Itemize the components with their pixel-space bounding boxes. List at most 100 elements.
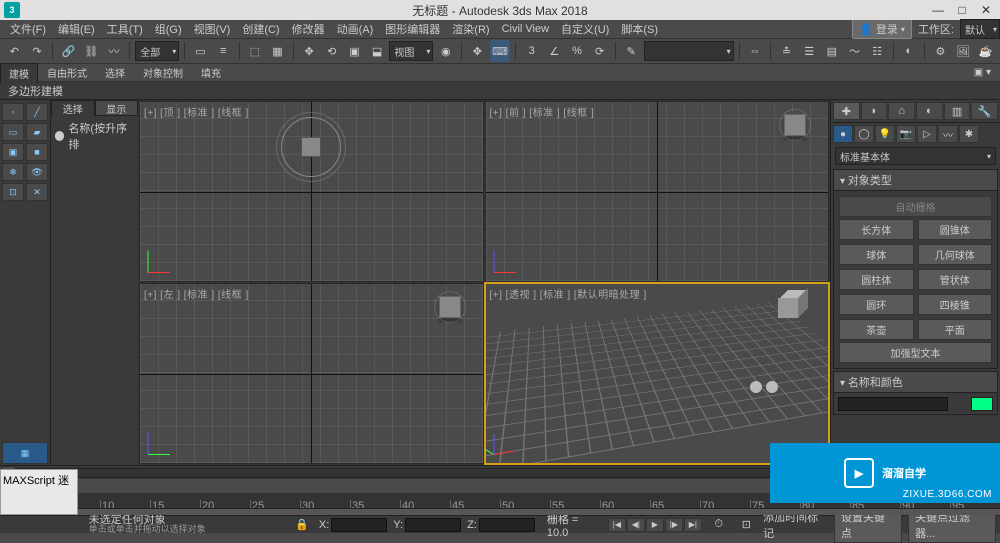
rendered-frame-button[interactable]: 🖼 (953, 40, 974, 62)
workspace-dropdown[interactable]: 默认 (960, 19, 1000, 39)
steering-wheel-icon[interactable] (750, 381, 778, 393)
scene-tab-display[interactable]: 显示 (95, 100, 139, 116)
viewport-top-label[interactable]: [+] [顶 ] [标准 ] [线框 ] (144, 104, 249, 119)
viewport-left-label[interactable]: [+] [左 ] [标准 ] [线框 ] (144, 286, 249, 301)
xview-icon[interactable]: ✕ (26, 183, 48, 201)
create-tab[interactable]: ✚ (833, 102, 860, 120)
viewport-front[interactable]: [+] [前 ] [标准 ] [线框 ] (485, 101, 830, 282)
mirror-button[interactable]: ⇔ (745, 40, 766, 62)
menu-views[interactable]: 视图(V) (188, 21, 237, 37)
lights-subtab[interactable]: 💡 (875, 125, 895, 143)
menu-modifiers[interactable]: 修改器 (286, 21, 331, 37)
ribbon-tab-object[interactable]: 对象控制 (134, 62, 192, 83)
select-object-button[interactable]: ▭ (190, 40, 211, 62)
primitive-button-平面[interactable]: 平面 (918, 319, 993, 340)
border-mode-icon[interactable]: ▭ (2, 123, 24, 141)
manipulate-button[interactable]: ✥ (467, 40, 488, 62)
menu-scripting[interactable]: 脚本(S) (615, 21, 664, 37)
angle-snap-button[interactable]: ∠ (544, 40, 565, 62)
element-mode-icon[interactable]: ▣ (2, 143, 24, 161)
rollout-object-type[interactable]: ▾ 对象类型 (833, 169, 998, 191)
selection-filter-dropdown[interactable]: 全部 (135, 41, 179, 61)
primitive-button-圆环[interactable]: 圆环 (839, 294, 914, 315)
viewport-left[interactable]: [+] [左 ] [标准 ] [线框 ] (139, 283, 484, 464)
prev-frame-button[interactable]: ◀| (627, 518, 645, 532)
primitive-button-茶壶[interactable]: 茶壶 (839, 319, 914, 340)
enhanced-text-button[interactable]: 加强型文本 (839, 342, 992, 363)
snap-toggle-button[interactable]: 3 (521, 40, 542, 62)
shapes-subtab[interactable]: ◯ (854, 125, 874, 143)
motion-tab[interactable]: ◐ (916, 102, 943, 120)
category-dropdown[interactable]: 标准基本体 (835, 147, 996, 165)
maxscript-mini-listener[interactable]: MAXScript 迷 (0, 469, 78, 515)
ribbon-tab-freeform[interactable]: 自由形式 (38, 62, 96, 83)
viewport-top[interactable]: [+] [顶 ] [标准 ] [线框 ] (139, 101, 484, 282)
align-button[interactable]: ≛ (776, 40, 797, 62)
primitive-button-圆柱体[interactable]: 圆柱体 (839, 269, 914, 290)
keyboard-shortcut-toggle[interactable]: ⌨ (490, 40, 511, 62)
maximize-button[interactable]: □ (950, 3, 974, 17)
named-selset-dropdown[interactable] (644, 41, 734, 61)
coord-x-input[interactable] (331, 518, 387, 532)
primitive-button-管状体[interactable]: 管状体 (918, 269, 993, 290)
redo-button[interactable]: ↷ (27, 40, 48, 62)
unlink-button[interactable]: ⛓ (81, 40, 102, 62)
menu-animation[interactable]: 动画(A) (331, 21, 380, 37)
helpers-subtab[interactable]: ▷ (917, 125, 937, 143)
link-button[interactable]: 🔗 (58, 40, 79, 62)
menu-customize[interactable]: 自定义(U) (555, 21, 615, 37)
menu-graph-editors[interactable]: 图形编辑器 (379, 21, 446, 37)
lock-selection-icon[interactable]: 🔒 (291, 514, 313, 536)
viewcube-persp[interactable] (778, 298, 808, 324)
render-setup-button[interactable]: ⚙ (930, 40, 951, 62)
systems-subtab[interactable]: ✱ (959, 125, 979, 143)
goto-start-button[interactable]: |◀ (608, 518, 626, 532)
ribbon-tab-populate[interactable]: 填充 (192, 62, 230, 83)
edge-mode-icon[interactable]: ╱ (26, 103, 48, 121)
select-scale-button[interactable]: ▣ (344, 40, 365, 62)
select-place-button[interactable]: ⬓ (367, 40, 388, 62)
viewcube-left[interactable] (439, 296, 461, 318)
menu-edit[interactable]: 编辑(E) (52, 21, 101, 37)
viewcube-top[interactable] (281, 117, 341, 177)
autogrid-checkbox[interactable]: 自动栅格 (839, 196, 992, 217)
render-button[interactable]: ☕ (975, 40, 996, 62)
layers-button[interactable]: ☰ (799, 40, 820, 62)
schematic-view-button[interactable]: ☷ (867, 40, 888, 62)
next-frame-button[interactable]: |▶ (665, 518, 683, 532)
coord-y-input[interactable] (405, 518, 461, 532)
vertex-mode-icon[interactable]: ◦ (2, 103, 24, 121)
ribbon-tab-modeling[interactable]: 建模 (0, 63, 38, 83)
primitive-button-球体[interactable]: 球体 (839, 244, 914, 265)
bind-spacewarp-button[interactable]: 〰 (104, 40, 125, 62)
material-editor-button[interactable]: ◐ (898, 40, 919, 62)
utilities-tab[interactable]: 🔧 (971, 102, 998, 120)
time-config-button[interactable]: ⏱ (708, 514, 730, 536)
hide-icon[interactable]: 👁 (26, 163, 48, 181)
freeze-icon[interactable]: ❄ (2, 163, 24, 181)
window-crossing-button[interactable]: ▦ (267, 40, 288, 62)
primitive-button-长方体[interactable]: 长方体 (839, 219, 914, 240)
poly-mode-icon[interactable]: ▰ (26, 123, 48, 141)
pivot-center-button[interactable]: ◉ (435, 40, 456, 62)
object-color-swatch[interactable] (971, 397, 993, 411)
close-button[interactable]: ✕ (974, 3, 998, 17)
cameras-subtab[interactable]: 📷 (896, 125, 916, 143)
menu-create[interactable]: 创建(C) (236, 21, 285, 37)
select-rotate-button[interactable]: ⟲ (321, 40, 342, 62)
minimize-button[interactable]: — (926, 3, 950, 17)
primitive-button-几何球体[interactable]: 几何球体 (918, 244, 993, 265)
spacewarps-subtab[interactable]: 〰 (938, 125, 958, 143)
login-button[interactable]: 👤登录▾ (852, 19, 912, 39)
modify-tab[interactable]: ◗ (861, 102, 888, 120)
viewport-persp-label[interactable]: [+] [透视 ] [标准 ] [默认明暗处理 ] (490, 286, 647, 301)
rollout-name-color[interactable]: ▾ 名称和颜色 (833, 371, 998, 393)
menu-civil-view[interactable]: Civil View (496, 23, 555, 35)
scene-sort-label[interactable]: 名称(按升序排 (68, 120, 134, 152)
goto-end-button[interactable]: ▶| (684, 518, 702, 532)
undo-button[interactable]: ↶ (4, 40, 25, 62)
ribbon-toggle-icon[interactable]: ▣ ▾ (965, 64, 1000, 81)
play-button[interactable]: ▶ (646, 518, 664, 532)
object-mode-icon[interactable]: ■ (26, 143, 48, 161)
percent-snap-button[interactable]: % (567, 40, 588, 62)
